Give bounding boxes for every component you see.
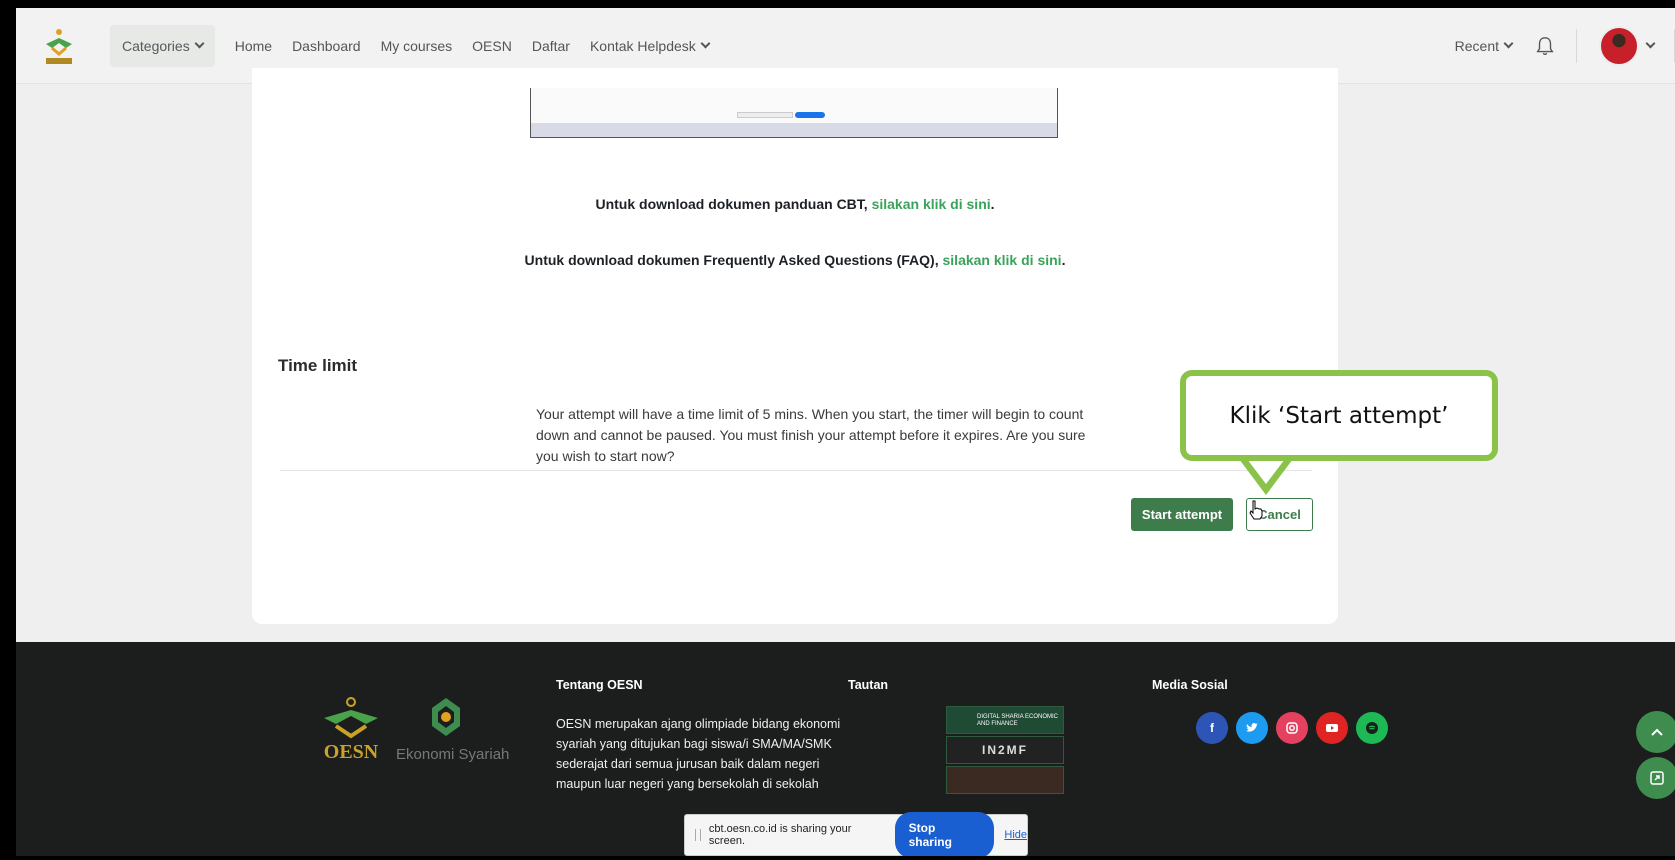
download-faq-text: Untuk download dokumen Frequently Asked …: [524, 252, 943, 268]
download-faq-line: Untuk download dokumen Frequently Asked …: [252, 252, 1338, 268]
period: .: [990, 196, 995, 212]
links-title: Tautan: [848, 678, 889, 692]
divider: [1576, 28, 1577, 63]
period: .: [1061, 252, 1066, 268]
twitter-icon[interactable]: [1236, 712, 1268, 744]
download-faq-link[interactable]: silakan klik di sini: [943, 252, 1062, 268]
about-title: Tentang OESN: [556, 678, 643, 692]
drag-handle-icon[interactable]: [695, 829, 701, 841]
time-limit-title: Time limit: [278, 356, 358, 375]
recent-label: Recent: [1454, 37, 1499, 54]
avatar[interactable]: [1599, 25, 1639, 66]
thumb-taskbar: [531, 123, 1057, 137]
spotify-icon[interactable]: [1356, 712, 1388, 744]
scroll-to-top-button[interactable]: [1636, 711, 1675, 753]
quiz-start-card: Untuk download dokumen panduan CBT, sila…: [252, 68, 1338, 624]
tautan-logo-third[interactable]: [946, 766, 1064, 794]
stop-sharing-button[interactable]: Stop sharing: [894, 812, 995, 856]
social-title: Media Sosial: [1152, 678, 1228, 692]
sharing-status-text: cbt.oesn.co.id is sharing your screen.: [708, 823, 852, 847]
expand-button[interactable]: [1636, 757, 1675, 799]
oesn-footer-logo: OESN: [324, 697, 379, 762]
categories-dropdown[interactable]: Categories: [110, 24, 215, 67]
nav-my-courses[interactable]: My courses: [371, 38, 463, 54]
thumb-share-banner: [737, 112, 793, 118]
oesn-logo[interactable]: [24, 8, 94, 84]
nav-kontak-helpdesk-label: Kontak Helpdesk: [589, 37, 696, 54]
nav-dashboard[interactable]: Dashboard: [282, 38, 371, 54]
nav-home[interactable]: Home: [225, 38, 282, 54]
youtube-icon[interactable]: [1316, 712, 1348, 744]
oesn-logo-icon: [46, 28, 72, 64]
hand-cursor-icon: [1249, 500, 1263, 520]
navbar-right: Recent: [1454, 25, 1675, 66]
divider: [280, 470, 1312, 471]
recent-dropdown[interactable]: Recent: [1454, 37, 1514, 54]
oesn-logo-text: OESN: [324, 741, 379, 762]
guide-screenshot-image: [530, 88, 1058, 138]
expand-icon: [1650, 771, 1664, 785]
ekonomi-syariah-text: Ekonomi Syariah: [396, 746, 510, 763]
about-text: OESN merupakan ajang olimpiade bidang ek…: [556, 717, 841, 791]
instruction-callout: Klik ‘Start attempt’: [1180, 370, 1498, 461]
chevron-up-icon: [1651, 728, 1663, 736]
browser-viewport: Categories Home Dashboard My courses OES…: [8, 8, 1675, 856]
screen-sharing-bar: cbt.oesn.co.id is sharing your screen. S…: [684, 812, 1028, 856]
download-cbt-link[interactable]: silakan klik di sini: [872, 196, 991, 212]
instagram-icon[interactable]: [1276, 712, 1308, 744]
thumb-stop-button: [795, 112, 825, 118]
chevron-down-icon: [1503, 38, 1514, 49]
nav-daftar[interactable]: Daftar: [522, 38, 580, 54]
chevron-down-icon: [700, 38, 711, 49]
categories-label: Categories: [122, 37, 190, 54]
tautan-logo-dsef[interactable]: DIGITAL SHARIA ECONOMIC AND FINANCE: [946, 706, 1064, 734]
chevron-down-icon: [194, 38, 205, 49]
download-cbt-text: Untuk download dokumen panduan CBT,: [595, 196, 872, 212]
time-limit-description: Your attempt will have a time limit of 5…: [536, 406, 1086, 464]
nav-kontak-helpdesk[interactable]: Kontak Helpdesk: [580, 38, 719, 54]
start-attempt-button[interactable]: Start attempt: [1131, 498, 1233, 531]
tautan-logo-dsef-text: DIGITAL SHARIA ECONOMIC AND FINANCE: [977, 714, 1059, 727]
social-icons: f: [1196, 712, 1388, 744]
primary-navigation: Home Dashboard My courses OESN Daftar Ko…: [225, 38, 719, 54]
download-cbt-line: Untuk download dokumen panduan CBT, sila…: [252, 196, 1338, 212]
tautan-logo-in2mf-text: IN2MF: [982, 743, 1028, 757]
chevron-down-icon[interactable]: [1645, 38, 1656, 49]
hide-link[interactable]: Hide: [1004, 829, 1027, 841]
nav-oesn[interactable]: OESN: [462, 38, 522, 54]
facebook-icon[interactable]: f: [1196, 712, 1228, 744]
bell-icon[interactable]: [1534, 35, 1556, 57]
tautan-logo-in2mf[interactable]: IN2MF: [946, 736, 1064, 764]
